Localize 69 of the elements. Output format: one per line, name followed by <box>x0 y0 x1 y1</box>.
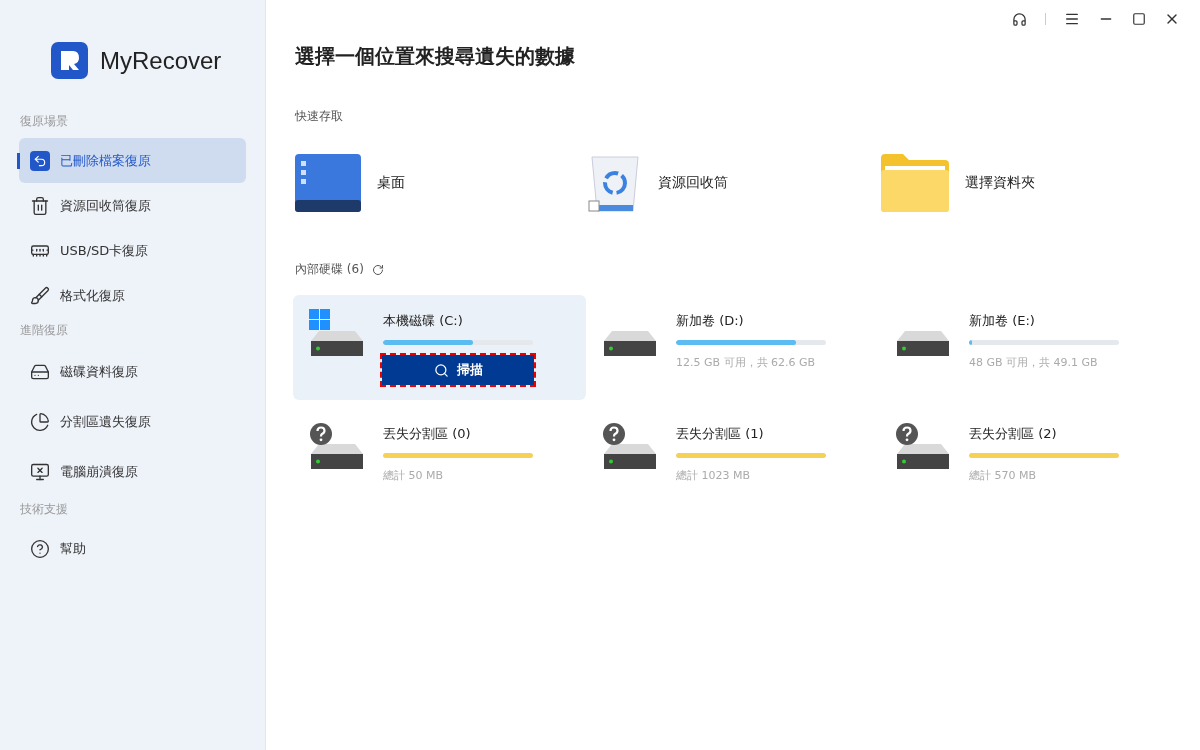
brush-icon <box>30 285 50 306</box>
section-heading: 進階復原 <box>19 322 69 339</box>
quick-access-item[interactable]: 桌面 <box>283 137 576 229</box>
drive-name: 本機磁碟 (C:) <box>383 312 464 330</box>
location-label: 選擇資料夾 <box>965 174 1035 192</box>
app-logo <box>51 42 88 79</box>
system-disk-icon <box>309 309 365 359</box>
drive-card[interactable]: 新加卷 (D:) 12.5 GB 可用，共 62.6 GB <box>586 295 879 400</box>
sidebar-item[interactable]: 資源回收筒復原 <box>19 183 246 228</box>
hard-drive-icon <box>30 362 50 382</box>
headset-icon[interactable] <box>1012 11 1027 27</box>
hard-disk-icon <box>602 331 658 356</box>
item-label: 資源回收筒復原 <box>60 196 151 215</box>
drive-capacity: 48 GB 可用，共 49.1 GB <box>969 355 1099 370</box>
refresh-icon[interactable] <box>371 263 384 276</box>
sidebar-item[interactable]: USB/SD卡復原 <box>19 228 246 273</box>
recycle-bin-icon <box>588 153 642 213</box>
drive-name: 丟失分割區 (1) <box>676 425 765 443</box>
scan-button[interactable]: 掃描 <box>382 355 534 385</box>
item-label: 已刪除檔案復原 <box>60 151 151 170</box>
monitor-icon <box>30 462 50 482</box>
item-label: 磁碟資料復原 <box>60 363 138 381</box>
pie-chart-icon <box>30 412 50 432</box>
drive-card[interactable]: 丟失分割區 (0) 總計 50 MB <box>293 408 586 513</box>
section-heading: 內部硬碟 (6) <box>295 261 364 278</box>
item-label: 電腦崩潰復原 <box>60 463 138 481</box>
drive-card[interactable]: 丟失分割區 (1) 總計 1023 MB <box>586 408 879 513</box>
trash-icon <box>30 195 50 216</box>
quick-access-item[interactable]: 選擇資料夾 <box>869 137 1162 229</box>
item-label: 分割區遺失復原 <box>60 413 151 431</box>
item-label: 格式化復原 <box>60 286 125 305</box>
drive-capacity: 12.5 GB 可用，共 62.6 GB <box>676 355 817 370</box>
drive-name: 新加卷 (D:) <box>676 312 745 330</box>
hard-disk-icon <box>895 331 951 356</box>
drive-name: 丟失分割區 (2) <box>969 425 1058 443</box>
sidebar-item[interactable]: 電腦崩潰復原 <box>19 447 246 497</box>
location-label: 資源回收筒 <box>658 174 728 192</box>
desktop-icon <box>295 154 361 212</box>
menu-icon[interactable] <box>1064 11 1080 27</box>
sidebar-item[interactable]: 分割區遺失復原 <box>19 397 246 447</box>
quick-access-item[interactable]: 資源回收筒 <box>576 137 869 229</box>
item-label: USB/SD卡復原 <box>60 241 149 260</box>
drive-capacity: 總計 50 MB <box>383 468 445 483</box>
section-heading: 技術支援 <box>19 501 69 518</box>
drive-capacity: 總計 570 MB <box>969 468 1038 483</box>
location-label: 桌面 <box>377 174 405 192</box>
item-label: 幫助 <box>60 539 86 558</box>
page-title: 選擇一個位置來搜尋遺失的數據 <box>295 43 576 70</box>
unknown-disk-icon <box>602 422 658 472</box>
drive-card[interactable]: 丟失分割區 (2) 總計 570 MB <box>879 408 1172 513</box>
sidebar-item[interactable]: 磁碟資料復原 <box>19 347 246 397</box>
sidebar-item[interactable]: 已刪除檔案復原 <box>19 138 246 183</box>
drive-name: 丟失分割區 (0) <box>383 425 472 443</box>
sidebar-item[interactable]: 幫助 <box>19 526 246 571</box>
section-heading: 復原場景 <box>19 113 69 130</box>
folder-icon <box>881 154 949 212</box>
app-name: MyRecover <box>100 46 222 75</box>
drive-name: 新加卷 (E:) <box>969 312 1036 330</box>
drive-card[interactable]: 新加卷 (E:) 48 GB 可用，共 49.1 GB <box>879 295 1172 400</box>
sidebar-item[interactable]: 格式化復原 <box>19 273 246 318</box>
undo-icon <box>30 150 50 171</box>
drive-capacity: 總計 1023 MB <box>676 468 752 483</box>
unknown-disk-icon <box>309 422 365 472</box>
unknown-disk-icon <box>895 422 951 472</box>
maximize-icon[interactable] <box>1132 12 1146 26</box>
search-icon <box>433 362 449 378</box>
help-icon <box>30 538 50 559</box>
section-heading: 快速存取 <box>295 108 343 125</box>
drive-card[interactable]: 本機磁碟 (C:) 掃描 <box>293 295 586 400</box>
